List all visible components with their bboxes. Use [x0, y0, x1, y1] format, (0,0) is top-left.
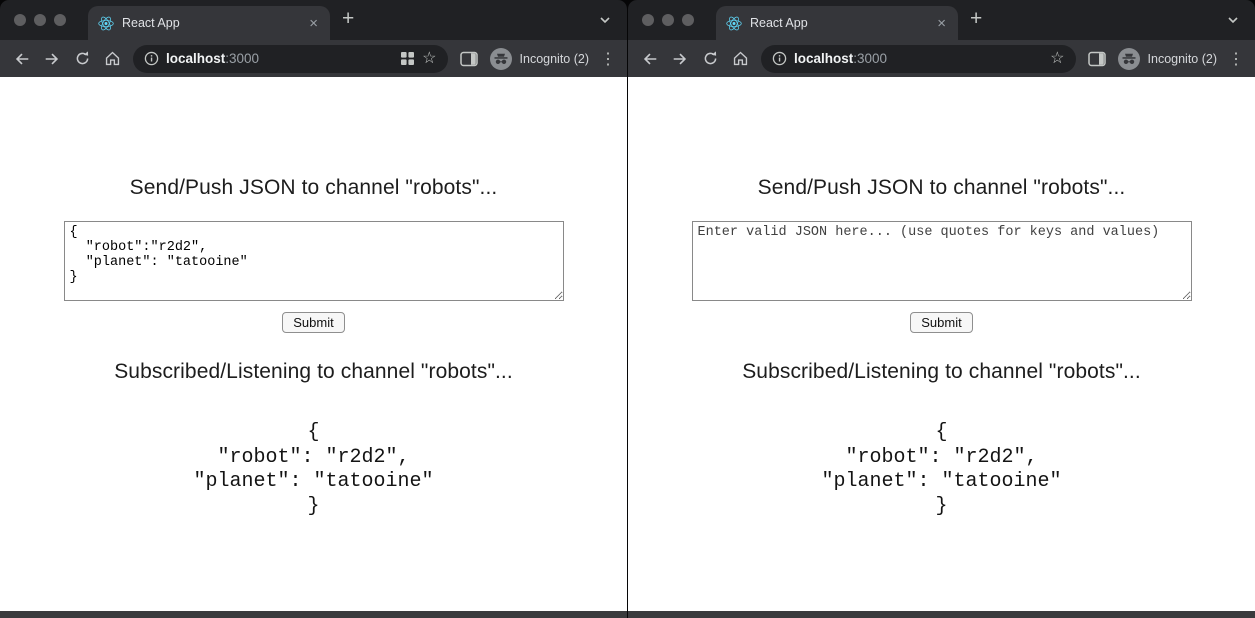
browser-toolbar: localhost:3000 ☆ Incognito (2) ⋮ [628, 40, 1255, 77]
json-output: { "robot": "r2d2", "planet": "tatooine" … [628, 421, 1255, 519]
window-bottom-edge [628, 611, 1255, 618]
send-heading: Send/Push JSON to channel "robots"... [0, 77, 627, 200]
window-bottom-edge [0, 611, 627, 618]
url-text: localhost:3000 [166, 51, 259, 66]
url-port: :3000 [853, 51, 887, 66]
menu-kebab-icon[interactable]: ⋮ [1225, 49, 1247, 69]
json-output-line: "robot": "r2d2", [628, 446, 1255, 471]
tab-strip: React App × + [0, 0, 627, 40]
close-window-button[interactable] [642, 14, 654, 26]
tab-title: React App [122, 16, 299, 30]
minimize-window-button[interactable] [662, 14, 674, 26]
url-host: localhost [166, 51, 225, 66]
menu-kebab-icon[interactable]: ⋮ [597, 49, 619, 69]
close-window-button[interactable] [14, 14, 26, 26]
json-output-line: "planet": "tatooine" [628, 470, 1255, 495]
json-output-line: "robot": "r2d2", [0, 446, 627, 471]
traffic-lights [14, 14, 66, 26]
send-heading: Send/Push JSON to channel "robots"... [628, 77, 1255, 200]
side-panel-icon[interactable] [1083, 45, 1111, 73]
listen-heading: Subscribed/Listening to channel "robots"… [0, 360, 627, 384]
tab-search-chevron-icon[interactable] [599, 16, 611, 24]
site-info-icon[interactable] [772, 51, 787, 66]
traffic-lights [642, 14, 694, 26]
incognito-label: Incognito (2) [520, 52, 589, 66]
listen-heading: Subscribed/Listening to channel "robots"… [628, 360, 1255, 384]
address-bar[interactable]: localhost:3000 ☆ [133, 45, 448, 73]
json-output-line: } [0, 495, 627, 520]
minimize-window-button[interactable] [34, 14, 46, 26]
back-icon[interactable] [636, 45, 664, 73]
tab-title: React App [750, 16, 927, 30]
url-text: localhost:3000 [794, 51, 887, 66]
side-panel-icon[interactable] [455, 45, 483, 73]
json-input-textarea[interactable]: { "robot":"r2d2", "planet": "tatooine" } [64, 221, 564, 301]
submit-button[interactable]: Submit [910, 312, 972, 333]
browser-tab[interactable]: React App × [716, 6, 958, 40]
browser-window-left: React App × + localhost:3000 [0, 0, 627, 618]
forward-icon[interactable] [666, 45, 694, 73]
bookmark-star-icon[interactable]: ☆ [1050, 51, 1064, 67]
tab-strip: React App × + [628, 0, 1255, 40]
url-port: :3000 [225, 51, 259, 66]
browser-window-right: React App × + localhost:3000 ☆ [628, 0, 1255, 618]
home-icon[interactable] [726, 45, 754, 73]
bookmark-star-icon[interactable]: ☆ [422, 51, 436, 67]
react-favicon-icon [726, 16, 742, 31]
site-info-icon[interactable] [144, 51, 159, 66]
new-tab-button[interactable]: + [970, 8, 982, 29]
home-icon[interactable] [98, 45, 126, 73]
page-content: Send/Push JSON to channel "robots"... { … [0, 77, 627, 611]
json-output-line: "planet": "tatooine" [0, 470, 627, 495]
json-output: { "robot": "r2d2", "planet": "tatooine" … [0, 421, 627, 519]
incognito-badge[interactable]: Incognito (2) [1117, 47, 1217, 71]
react-favicon-icon [98, 16, 114, 31]
address-bar[interactable]: localhost:3000 ☆ [761, 45, 1076, 73]
browser-tab[interactable]: React App × [88, 6, 330, 40]
extensions-grid-icon[interactable] [400, 51, 415, 66]
tab-close-icon[interactable]: × [307, 16, 320, 31]
incognito-badge[interactable]: Incognito (2) [489, 47, 589, 71]
incognito-label: Incognito (2) [1148, 52, 1217, 66]
incognito-avatar-icon [489, 47, 513, 71]
zoom-window-button[interactable] [682, 14, 694, 26]
browser-toolbar: localhost:3000 ☆ Incognito (2) ⋮ [0, 40, 627, 77]
tab-close-icon[interactable]: × [935, 16, 948, 31]
json-output-line: { [628, 421, 1255, 446]
submit-button[interactable]: Submit [282, 312, 344, 333]
back-icon[interactable] [8, 45, 36, 73]
json-input-textarea[interactable] [692, 221, 1192, 301]
json-output-line: } [628, 495, 1255, 520]
json-output-line: { [0, 421, 627, 446]
incognito-avatar-icon [1117, 47, 1141, 71]
page-content: Send/Push JSON to channel "robots"... Su… [628, 77, 1255, 611]
zoom-window-button[interactable] [54, 14, 66, 26]
tab-search-chevron-icon[interactable] [1227, 16, 1239, 24]
reload-icon[interactable] [68, 45, 96, 73]
forward-icon[interactable] [38, 45, 66, 73]
reload-icon[interactable] [696, 45, 724, 73]
new-tab-button[interactable]: + [342, 8, 354, 29]
url-host: localhost [794, 51, 853, 66]
